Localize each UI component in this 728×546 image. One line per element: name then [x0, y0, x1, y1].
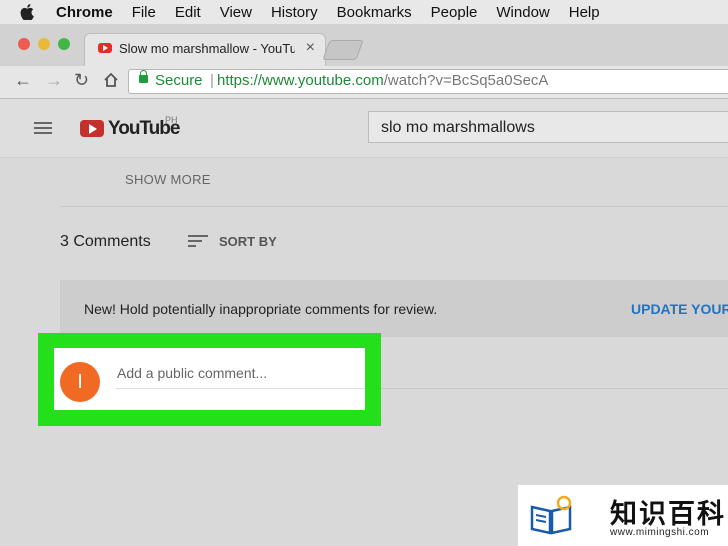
comment-input[interactable]: Add a public comment...: [117, 365, 267, 381]
hamburger-icon[interactable]: [34, 122, 52, 134]
tab-title: Slow mo marshmallow - YouTube: [119, 41, 295, 56]
address-separator: |: [210, 72, 214, 89]
back-icon[interactable]: ←: [14, 70, 32, 91]
apple-icon[interactable]: [20, 4, 34, 20]
close-window-button[interactable]: [18, 38, 30, 50]
comment-count: 3 Comments: [60, 233, 151, 250]
youtube-favicon: [98, 43, 112, 53]
book-lightbulb-icon: [530, 495, 572, 535]
youtube-play-icon: [80, 120, 104, 137]
watermark-chinese: 知识百科: [610, 499, 726, 529]
region-code: PH: [165, 115, 178, 125]
sort-icon[interactable]: [188, 235, 208, 249]
address-url: https://www.youtube.com/watch?v=BcSq5a0S…: [217, 72, 548, 89]
comment-composer: I Add a public comment...: [54, 348, 365, 410]
url-host: https://www.youtube.com: [217, 72, 384, 89]
divider: [60, 206, 728, 207]
menu-people[interactable]: People: [431, 4, 478, 21]
input-underline: [116, 388, 365, 389]
lock-icon: [139, 70, 148, 83]
forward-icon[interactable]: →: [45, 70, 63, 91]
mac-menubar: Chrome File Edit View History Bookmarks …: [0, 0, 728, 24]
search-query: slo mo marshmallows: [381, 119, 535, 136]
search-input[interactable]: slo mo marshmallows: [368, 111, 728, 143]
avatar: I: [60, 362, 100, 402]
moderation-notice: New! Hold potentially inappropriate comm…: [60, 280, 728, 337]
menu-view[interactable]: View: [220, 4, 252, 21]
watermark: 知识百科 www.mimingshi.com: [518, 485, 728, 546]
show-more-button[interactable]: SHOW MORE: [125, 172, 211, 187]
menu-file[interactable]: File: [132, 4, 156, 21]
browser-tab[interactable]: Slow mo marshmallow - YouTube ×: [84, 33, 326, 67]
divider: [367, 388, 728, 389]
maximize-window-button[interactable]: [58, 38, 70, 50]
url-path: /watch?v=BcSq5a0SecA: [383, 72, 549, 89]
menu-window[interactable]: Window: [496, 4, 549, 21]
home-icon[interactable]: [103, 72, 119, 88]
menu-bookmarks[interactable]: Bookmarks: [337, 4, 412, 21]
notice-text: New! Hold potentially inappropriate comm…: [84, 301, 438, 317]
menu-help[interactable]: Help: [569, 4, 600, 21]
minimize-window-button[interactable]: [38, 38, 50, 50]
secure-label: Secure: [155, 72, 203, 89]
tab-close-icon[interactable]: ×: [306, 39, 315, 57]
address-bar[interactable]: Secure | https://www.youtube.com/watch?v…: [128, 69, 728, 94]
new-tab-button[interactable]: [322, 40, 364, 60]
menu-history[interactable]: History: [271, 4, 318, 21]
menu-edit[interactable]: Edit: [175, 4, 201, 21]
update-settings-link[interactable]: UPDATE YOUR: [631, 301, 728, 317]
reload-icon[interactable]: ↻: [74, 70, 89, 91]
sort-by-button[interactable]: SORT BY: [219, 234, 277, 249]
menu-app-name[interactable]: Chrome: [56, 4, 113, 21]
watermark-domain: www.mimingshi.com: [610, 527, 710, 538]
